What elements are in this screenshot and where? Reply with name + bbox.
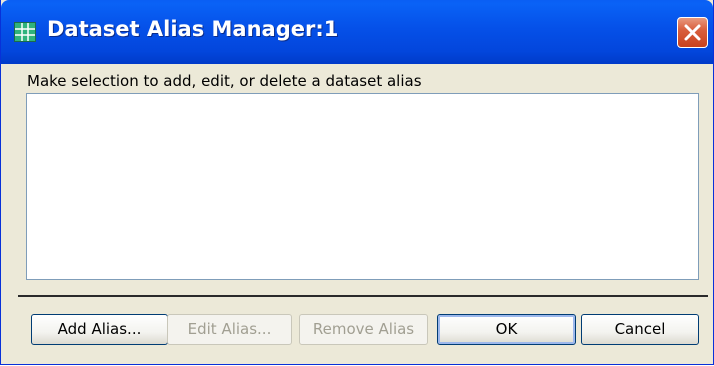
- cancel-button[interactable]: Cancel: [581, 314, 699, 345]
- window-title: Dataset Alias Manager:1: [47, 17, 339, 41]
- alias-list[interactable]: [26, 93, 699, 280]
- dataset-grid-icon: [14, 22, 36, 42]
- close-button[interactable]: [677, 17, 708, 48]
- remove-alias-button[interactable]: Remove Alias: [299, 314, 428, 345]
- close-icon: [684, 24, 701, 41]
- separator: [18, 295, 708, 297]
- add-alias-button[interactable]: Add Alias...: [31, 314, 168, 345]
- instruction-label: Make selection to add, edit, or delete a…: [27, 72, 422, 90]
- dataset-alias-manager-window: Dataset Alias Manager:1 Make selection t…: [0, 0, 714, 365]
- title-bar[interactable]: Dataset Alias Manager:1: [1, 0, 713, 64]
- edit-alias-button[interactable]: Edit Alias...: [167, 314, 292, 345]
- ok-button[interactable]: OK: [437, 314, 576, 345]
